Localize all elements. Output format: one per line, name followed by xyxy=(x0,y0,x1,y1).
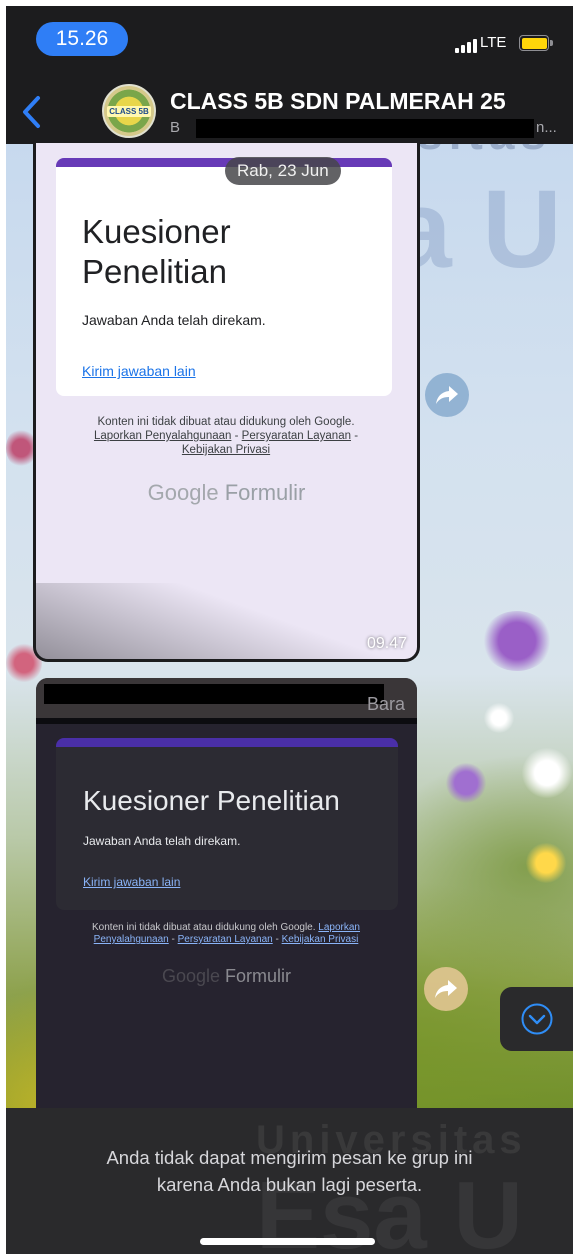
disclaimer-text: Konten ini tidak dibuat atau didukung ol… xyxy=(97,416,355,428)
brand-product: Formulir xyxy=(225,966,292,986)
status-time: 15.26 xyxy=(36,22,128,56)
avatar-text: CLASS 5B xyxy=(107,105,151,117)
sender-name-tail: Bara xyxy=(366,694,405,714)
submit-another-link[interactable]: Kirim jawaban lain xyxy=(82,363,196,379)
network-label: LTE xyxy=(480,34,507,51)
battery-icon xyxy=(519,35,553,51)
form-title: Kuesioner Penelitian xyxy=(82,213,231,290)
brand-product: Formulir xyxy=(224,480,306,505)
form-card: Kuesioner Penelitian Jawaban Anda telah … xyxy=(56,158,392,396)
forward-button[interactable] xyxy=(424,967,468,1011)
not-member-notice: Anda tidak dapat mengirim pesan ke grup … xyxy=(6,1144,573,1198)
form-disclaimer: Konten ini tidak dibuat atau didukung ol… xyxy=(92,922,360,945)
form-response-message: Jawaban Anda telah direkam. xyxy=(82,312,266,328)
form-response-message: Jawaban Anda telah direkam. xyxy=(83,834,241,848)
chevron-down-circle-icon xyxy=(521,1003,552,1035)
group-title[interactable]: CLASS 5B SDN PALMERAH 25 xyxy=(170,88,506,115)
brand-google: Google xyxy=(147,480,219,505)
back-chevron-icon xyxy=(23,96,40,128)
terms-link[interactable]: Persyaratan Layanan xyxy=(242,430,351,442)
form-title: Kuesioner Penelitian xyxy=(83,785,340,816)
scroll-to-bottom-button[interactable] xyxy=(500,987,573,1051)
report-abuse-link[interactable]: Laporkan Penyalahgunaan xyxy=(94,430,231,442)
status-bar: 15.26 LTE xyxy=(6,6,573,78)
notice-line-2: karena Anda bukan lagi peserta. xyxy=(156,1174,423,1195)
image-message[interactable]: Bara Kuesioner Penelitian Jawaban Anda t… xyxy=(36,678,417,1108)
sender-bar: Bara xyxy=(36,678,417,718)
back-button[interactable] xyxy=(16,92,50,132)
divider xyxy=(36,718,417,724)
brand-google: Google xyxy=(161,966,221,986)
redaction-bar xyxy=(196,119,534,138)
terms-link[interactable]: Persyaratan Layanan xyxy=(178,934,273,945)
privacy-link[interactable]: Kebijakan Privasi xyxy=(182,444,270,456)
signal-icon xyxy=(455,39,477,53)
date-chip: Rab, 23 Jun xyxy=(225,157,341,185)
home-indicator[interactable] xyxy=(200,1238,375,1245)
notice-line-1: Anda tidak dapat mengirim pesan ke grup … xyxy=(106,1147,473,1168)
message-time: 09.47 xyxy=(366,635,407,652)
chat-footer: Anda tidak dapat mengirim pesan ke grup … xyxy=(6,1108,573,1254)
phone-screen: Universitas Esa U 15.26 LTE CLASS 5B CLA… xyxy=(6,6,573,1254)
disclaimer-text: Konten ini tidak dibuat atau didukung ol… xyxy=(92,922,316,933)
google-forms-brand: Google Formulir xyxy=(36,480,417,506)
chat-header: CLASS 5B CLASS 5B SDN PALMERAH 25 B n... xyxy=(6,78,573,144)
group-avatar[interactable]: CLASS 5B xyxy=(102,84,156,138)
forward-icon xyxy=(436,386,458,404)
group-subtitle-tail: n... xyxy=(536,119,557,136)
image-shade xyxy=(36,583,417,659)
google-forms-brand: Google Formulir xyxy=(36,966,417,987)
image-message[interactable]: Kuesioner Penelitian Jawaban Anda telah … xyxy=(36,143,417,659)
redaction-bar xyxy=(44,684,384,704)
privacy-link[interactable]: Kebijakan Privasi xyxy=(282,934,359,945)
form-disclaimer: Konten ini tidak dibuat atau didukung ol… xyxy=(93,416,359,456)
forward-button[interactable] xyxy=(425,373,469,417)
forward-icon xyxy=(435,980,457,998)
form-card: Kuesioner Penelitian Jawaban Anda telah … xyxy=(56,738,398,910)
submit-another-link[interactable]: Kirim jawaban lain xyxy=(83,875,180,889)
